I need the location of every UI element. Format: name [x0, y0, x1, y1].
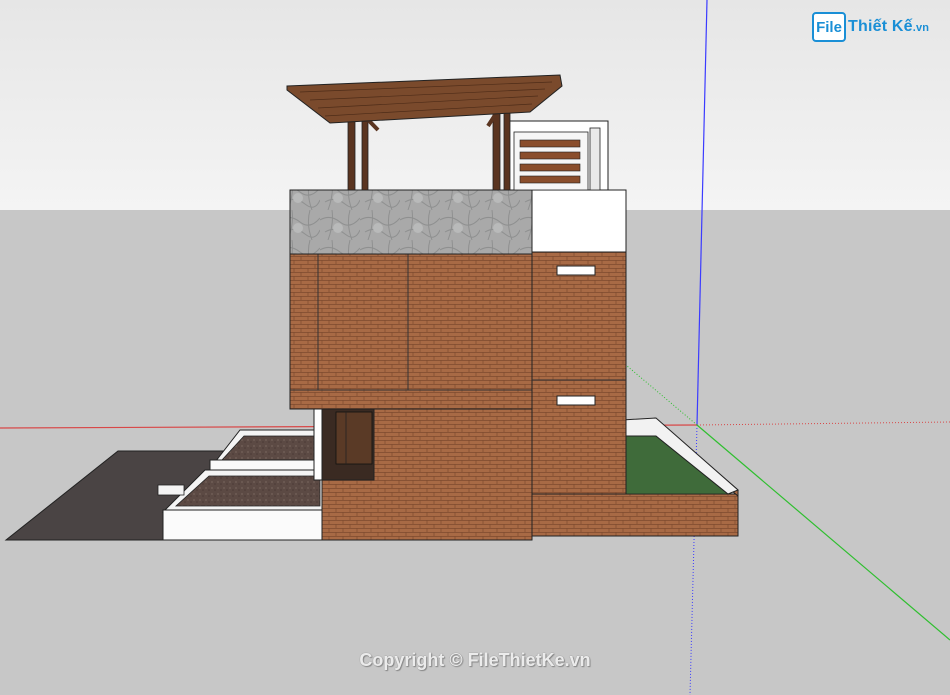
copyright-watermark: Copyright © FileThietKe.vn: [359, 650, 591, 670]
logo-word: Thiết Kế: [848, 18, 913, 35]
stone-parapet: [289, 189, 533, 255]
garden-wall: [531, 493, 739, 537]
site-logo: File Thiết Kế.vn: [812, 12, 929, 42]
logo-suffix: .vn: [912, 22, 930, 34]
sketchup-viewport[interactable]: [0, 0, 950, 695]
upper-floor-volume: [289, 253, 533, 410]
step: [157, 484, 185, 496]
tower-vent-lower: [556, 395, 596, 406]
logo-text: Thiết Kế.vn: [848, 18, 929, 36]
roof-stair-side: [589, 127, 601, 191]
planter-front-face: [162, 509, 324, 541]
tower-vent-upper: [556, 265, 596, 276]
side-tower: [531, 251, 627, 495]
tower-top-white: [531, 189, 627, 253]
entry-column: [313, 405, 323, 481]
door-panel: [335, 411, 373, 465]
logo-box: File: [812, 12, 846, 42]
